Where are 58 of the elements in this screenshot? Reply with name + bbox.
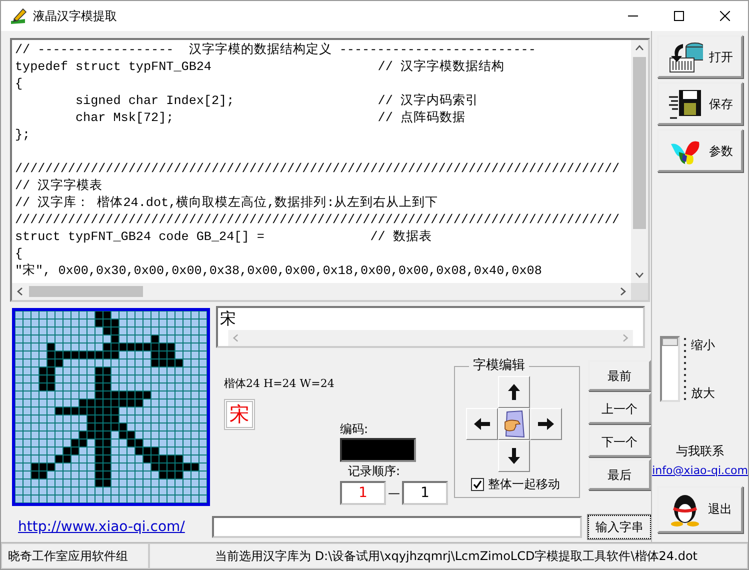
arrow-icon (473, 415, 491, 433)
arrow-icon (537, 415, 555, 433)
code-line: // 汉字字模表 (15, 178, 103, 195)
drive-icon (667, 40, 704, 74)
record-order-label: 记录顺序: (347, 463, 402, 480)
tick-marks (684, 336, 688, 402)
close-icon[interactable] (720, 11, 730, 21)
group-title: 字模编辑 (472, 358, 526, 374)
record-to-field[interactable]: 1 (402, 481, 448, 505)
website-link[interactable]: http://www.xiao-qi.com/ (10, 516, 206, 538)
code-line: signed char Index[2]; // 汉字内码索引 (74, 93, 478, 110)
record-from-field[interactable]: 1 (340, 481, 386, 505)
separator-dash: — (388, 485, 400, 502)
arrow-icon (505, 447, 523, 465)
code-line: struct typFNT_GB24 code GB_24[] = // 数据表 (15, 229, 432, 246)
side-button[interactable]: 打开 (657, 35, 744, 78)
hand-icon (502, 410, 526, 438)
nav-button[interactable]: 最后 (588, 459, 651, 490)
contact-label: 与我联系 (676, 443, 724, 460)
exit-button[interactable]: 退出 (657, 486, 744, 532)
code-line: // 汉字库： 楷体24.dot,横向取模左高位,数据排列:从左到右从上到下 (15, 195, 438, 212)
slider-label: 缩小 (691, 337, 716, 354)
code-line: // ------------------ 汉字字模的数据结构定义 -------------------------- (15, 42, 536, 59)
check-icon (473, 480, 482, 488)
right-arrow-button[interactable] (530, 408, 562, 440)
input-field[interactable] (212, 516, 582, 538)
nav-button[interactable]: 上一个 (588, 393, 651, 424)
slider-label: 放大 (691, 385, 716, 402)
down-arrow-button[interactable] (498, 440, 530, 472)
side-button[interactable]: 保存 (657, 82, 744, 125)
code-label: 编码: (340, 421, 370, 438)
code-line: "宋", 0x00,0x30,0x00,0x00,0x38,0x00,0x00,0x18,0x00,0x00,0x08,0x40,0x08 (15, 263, 542, 280)
glyph-grid-drawing[interactable] (15, 311, 207, 503)
text-field[interactable]: 宋 (216, 306, 646, 348)
code-line: //////////////////////////////////////////////////////////////////////////////// (15, 161, 620, 178)
character-preview: 宋 (224, 398, 255, 430)
left-arrow-button[interactable] (466, 408, 498, 440)
window-title: 液晶汉字模提取 (33, 8, 117, 25)
email-link[interactable]: info@xiao-qi.com (652, 463, 748, 480)
code-field[interactable] (340, 438, 416, 462)
code-line: //////////////////////////////////////////////////////////////////////////////// (15, 212, 620, 229)
font-info: 楷体24 H=24 W=24 (224, 376, 334, 392)
code-line: }; (15, 127, 30, 144)
checkbox[interactable]: 整体一起移动 (471, 475, 573, 493)
up-arrow-button[interactable] (498, 376, 530, 408)
nav-button[interactable]: 最前 (588, 360, 651, 391)
code-line: char Msk[72]; // 点阵码数据 (74, 110, 466, 127)
side-button[interactable]: 参数 (657, 129, 744, 172)
status-text: 当前选用汉字库为 D:\设备试用\xqyjhzqmrj\LcmZimoLCD字模提取工具软件\楷体24.dot (149, 543, 748, 569)
status-text: 晓奇工作室应用软件组 (1, 543, 149, 569)
nav-button[interactable]: 下一个 (588, 426, 651, 457)
code-line: { (15, 76, 23, 93)
input-string-button[interactable]: 输入字串 (588, 515, 651, 539)
arrow-icon (505, 383, 523, 401)
pencil-icon (9, 7, 27, 25)
maximize-icon[interactable] (674, 11, 684, 21)
code-line: typedef struct typFNT_GB24 // 汉字字模数据结构 (15, 59, 504, 76)
code-line: { (15, 246, 23, 263)
